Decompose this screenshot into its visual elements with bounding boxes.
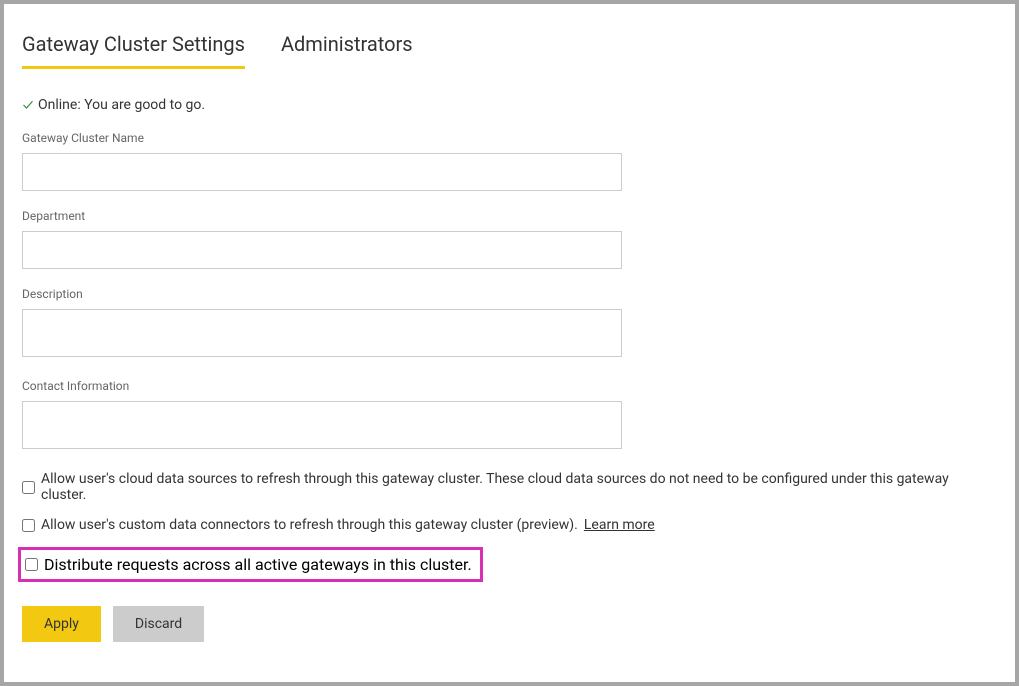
tab-gateway-cluster-settings[interactable]: Gateway Cluster Settings [22, 32, 245, 69]
checkbox-distribute[interactable] [25, 558, 38, 571]
tab-bar: Gateway Cluster Settings Administrators [22, 32, 997, 69]
checkbox-allow-custom[interactable] [22, 519, 35, 532]
status-row: Online: You are good to go. [22, 97, 997, 113]
discard-button[interactable]: Discard [113, 606, 204, 642]
label-cluster-name: Gateway Cluster Name [22, 131, 997, 145]
apply-button[interactable]: Apply [22, 606, 101, 642]
input-cluster-name[interactable] [22, 153, 622, 191]
checkbox-distribute-label: Distribute requests across all active ga… [44, 555, 472, 574]
label-department: Department [22, 209, 997, 223]
field-contact: Contact Information [22, 379, 997, 453]
input-contact[interactable] [22, 401, 622, 449]
input-description[interactable] [22, 309, 622, 357]
input-department[interactable] [22, 231, 622, 269]
check-icon [22, 99, 34, 111]
label-contact: Contact Information [22, 379, 997, 393]
button-row: Apply Discard [22, 606, 997, 642]
label-description: Description [22, 287, 997, 301]
tab-administrators[interactable]: Administrators [281, 32, 413, 69]
status-text: Online: You are good to go. [38, 97, 205, 113]
checkbox-allow-custom-row: Allow user's custom data connectors to r… [22, 517, 997, 533]
field-description: Description [22, 287, 997, 361]
checkbox-allow-custom-label: Allow user's custom data connectors to r… [41, 517, 578, 533]
checkbox-allow-cloud-row: Allow user's cloud data sources to refre… [22, 471, 997, 503]
checkbox-allow-cloud-label: Allow user's cloud data sources to refre… [41, 471, 997, 503]
settings-panel: Gateway Cluster Settings Administrators … [4, 4, 1015, 682]
learn-more-link[interactable]: Learn more [584, 517, 655, 533]
field-department: Department [22, 209, 997, 269]
field-cluster-name: Gateway Cluster Name [22, 131, 997, 191]
checkbox-allow-cloud[interactable] [22, 481, 35, 494]
highlight-distribute: Distribute requests across all active ga… [18, 547, 483, 582]
